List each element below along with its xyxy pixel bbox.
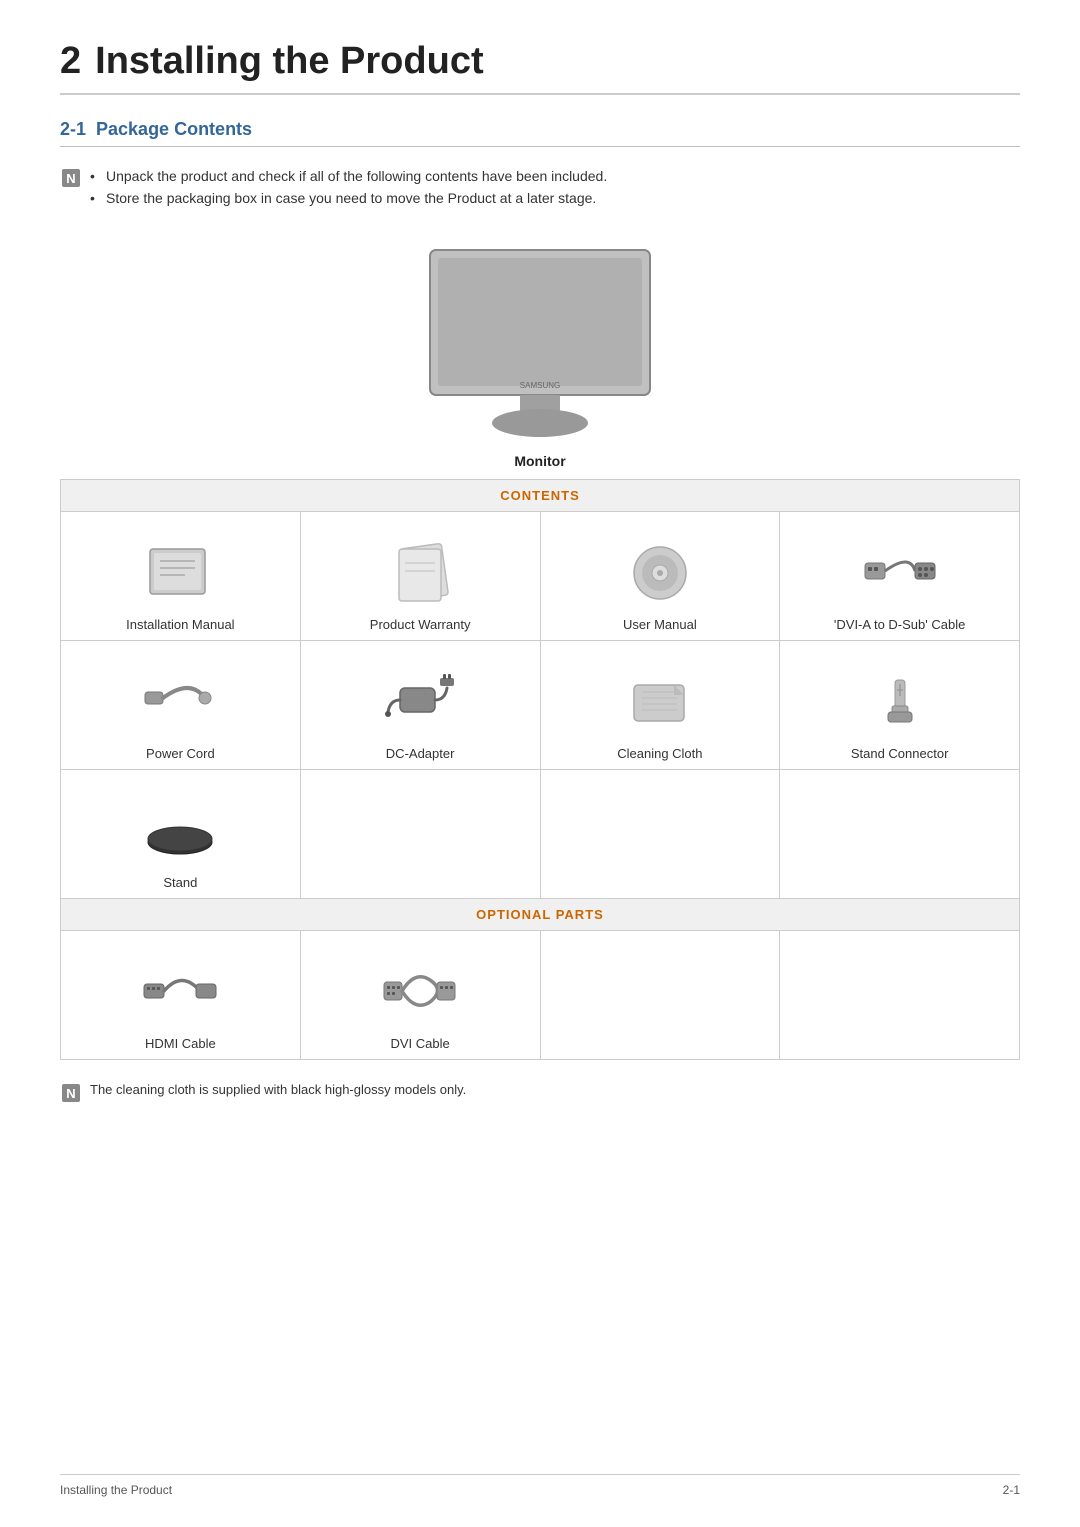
table-row: Power Cord (61, 640, 1020, 769)
table-cell-product-warranty: Product Warranty (300, 511, 540, 640)
note-icon: N (60, 167, 82, 189)
cleaning-cloth-label: Cleaning Cloth (617, 746, 702, 761)
svg-text:SAMSUNG: SAMSUNG (520, 381, 560, 390)
footer-right-text: 2-1 (1003, 1483, 1020, 1497)
item-dc-adapter: DC-Adapter (309, 651, 532, 761)
svg-text:N: N (66, 171, 75, 186)
note-block-1: N Unpack the product and check if all of… (60, 165, 1020, 210)
section-title: Package Contents (96, 119, 252, 140)
product-warranty-icon (309, 536, 532, 611)
table-cell-stand-connector: Stand Connector (780, 640, 1020, 769)
item-hdmi-cable: HDMI Cable (69, 941, 292, 1051)
dc-adapter-icon (309, 665, 532, 740)
user-manual-icon (549, 536, 772, 611)
table-row: Stand (61, 769, 1020, 898)
optional-header-row: OPTIONAL PARTS (61, 898, 1020, 930)
item-dvi-cable2: DVI Cable (309, 941, 532, 1051)
table-cell-dc-adapter: DC-Adapter (300, 640, 540, 769)
note-list: Unpack the product and check if all of t… (90, 165, 607, 210)
dvi-cable2-label: DVI Cable (391, 1036, 450, 1051)
bottom-note: N The cleaning cloth is supplied with bl… (60, 1082, 1020, 1104)
contents-table: CONTENTS Installation Manual (60, 479, 1020, 1060)
monitor-image: SAMSUNG (400, 240, 680, 445)
item-installation-manual: Installation Manual (69, 522, 292, 632)
table-cell-stand: Stand (61, 769, 301, 898)
stand-connector-icon (788, 665, 1011, 740)
item-product-warranty: Product Warranty (309, 522, 532, 632)
item-user-manual: User Manual (549, 522, 772, 632)
product-warranty-label: Product Warranty (370, 617, 471, 632)
section-header: 2-1 Package Contents (60, 119, 1020, 147)
dc-adapter-label: DC-Adapter (386, 746, 455, 761)
dvi-cable-icon (788, 536, 1011, 611)
optional-header-cell: OPTIONAL PARTS (61, 898, 1020, 930)
item-stand: Stand (69, 780, 292, 890)
hdmi-cable-icon (69, 955, 292, 1030)
item-stand-connector: Stand Connector (788, 651, 1011, 761)
table-cell-power-cord: Power Cord (61, 640, 301, 769)
chapter-title: Installing the Product (95, 40, 483, 82)
power-cord-label: Power Cord (146, 746, 215, 761)
bottom-note-text: The cleaning cloth is supplied with blac… (90, 1082, 466, 1097)
table-cell-dvi-cable: 'DVI-A to D-Sub' Cable (780, 511, 1020, 640)
contents-header-cell: CONTENTS (61, 479, 1020, 511)
table-cell-empty3 (780, 769, 1020, 898)
table-cell-dvi-cable2: DVI Cable (300, 930, 540, 1059)
monitor-section: SAMSUNG Monitor (60, 240, 1020, 469)
footer-left-text: Installing the Product (60, 1483, 172, 1497)
note-item-1: Unpack the product and check if all of t… (90, 165, 607, 187)
item-cleaning-cloth: Cleaning Cloth (549, 651, 772, 761)
table-row: HDMI Cable (61, 930, 1020, 1059)
stand-icon (69, 794, 292, 869)
contents-header-row: CONTENTS (61, 479, 1020, 511)
chapter-number: 2 (60, 40, 81, 82)
installation-manual-icon (69, 536, 292, 611)
item-power-cord: Power Cord (69, 651, 292, 761)
table-cell-user-manual: User Manual (540, 511, 780, 640)
table-row: Installation Manual Product Warranty (61, 511, 1020, 640)
note-item-2: Store the packaging box in case you need… (90, 187, 607, 209)
stand-connector-label: Stand Connector (851, 746, 949, 761)
svg-text:N: N (66, 1086, 75, 1101)
table-cell-opt-empty1 (540, 930, 780, 1059)
installation-manual-label: Installation Manual (126, 617, 234, 632)
table-cell-empty1 (300, 769, 540, 898)
cleaning-cloth-icon (549, 665, 772, 740)
dvi-cable-label: 'DVI-A to D-Sub' Cable (834, 617, 965, 632)
hdmi-cable-label: HDMI Cable (145, 1036, 216, 1051)
bottom-note-icon: N (60, 1082, 82, 1104)
power-cord-icon (69, 665, 292, 740)
table-cell-empty2 (540, 769, 780, 898)
table-cell-opt-empty2 (780, 930, 1020, 1059)
dvi-cable2-icon (309, 955, 532, 1030)
user-manual-label: User Manual (623, 617, 697, 632)
item-dvi-cable: 'DVI-A to D-Sub' Cable (788, 522, 1011, 632)
table-cell-installation-manual: Installation Manual (61, 511, 301, 640)
table-cell-hdmi-cable: HDMI Cable (61, 930, 301, 1059)
stand-label: Stand (163, 875, 197, 890)
section-number: 2-1 (60, 119, 86, 140)
page-header: 2 Installing the Product (60, 40, 1020, 95)
monitor-label: Monitor (60, 453, 1020, 469)
table-cell-cleaning-cloth: Cleaning Cloth (540, 640, 780, 769)
footer-bar: Installing the Product 2-1 (60, 1474, 1020, 1497)
